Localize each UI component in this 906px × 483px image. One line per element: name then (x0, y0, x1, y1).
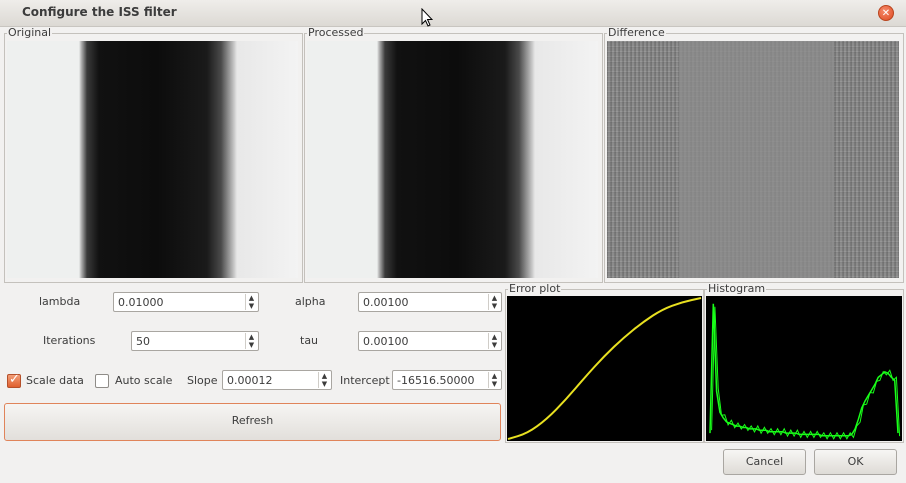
histogram-chart (706, 296, 902, 441)
original-group: Original (4, 27, 303, 283)
lambda-label: lambda (39, 295, 81, 308)
slope-input[interactable] (225, 373, 317, 387)
auto-scale-label[interactable]: Auto scale (115, 374, 172, 387)
intercept-label: Intercept (340, 374, 390, 387)
iterations-spinbox[interactable]: ▲▼ (131, 331, 259, 351)
difference-label: Difference (607, 26, 666, 39)
auto-scale-checkbox[interactable] (95, 374, 109, 388)
slope-label: Slope (187, 374, 218, 387)
scale-data-label[interactable]: Scale data (26, 374, 84, 387)
iterations-label: Iterations (43, 334, 96, 347)
alpha-label: alpha (295, 295, 326, 308)
intercept-input[interactable] (395, 373, 487, 387)
scale-data-checkbox[interactable]: ✓ (7, 372, 21, 388)
spin-down-icon[interactable]: ▼ (489, 380, 500, 388)
processed-image (307, 41, 598, 278)
spin-down-icon[interactable]: ▼ (489, 302, 500, 310)
cancel-button[interactable]: Cancel (723, 449, 806, 475)
processed-group: Processed (304, 27, 603, 283)
spin-down-icon[interactable]: ▼ (246, 302, 257, 310)
spin-up-icon[interactable]: ▲ (319, 372, 330, 380)
iterations-input[interactable] (134, 334, 244, 348)
mouse-cursor-icon (421, 8, 433, 27)
window-title: Configure the ISS filter (22, 5, 177, 19)
spin-up-icon[interactable]: ▲ (246, 294, 257, 302)
error-plot-chart (507, 296, 702, 441)
spin-up-icon[interactable]: ▲ (489, 372, 500, 380)
spin-up-icon[interactable]: ▲ (489, 294, 500, 302)
error-curve (507, 297, 702, 440)
error-plot-label: Error plot (508, 282, 562, 295)
spin-up-icon[interactable]: ▲ (246, 333, 257, 341)
lambda-input[interactable] (116, 295, 244, 309)
alpha-spinbox[interactable]: ▲▼ (358, 292, 502, 312)
original-label: Original (7, 26, 53, 39)
original-image (7, 41, 298, 278)
slope-spinbox[interactable]: ▲▼ (222, 370, 332, 390)
spin-up-icon[interactable]: ▲ (489, 333, 500, 341)
ok-button[interactable]: OK (814, 449, 897, 475)
intercept-spinbox[interactable]: ▲▼ (392, 370, 502, 390)
difference-center-band (679, 41, 834, 278)
histogram-curve (709, 303, 899, 437)
close-icon[interactable]: ✕ (878, 5, 894, 21)
difference-group: Difference (604, 27, 904, 283)
histogram-noise (711, 306, 901, 440)
check-icon: ✓ (9, 372, 20, 387)
spin-down-icon[interactable]: ▼ (246, 341, 257, 349)
refresh-button[interactable]: Refresh (4, 403, 501, 441)
error-plot-group: Error plot (505, 283, 704, 443)
processed-label: Processed (307, 26, 365, 39)
spin-down-icon[interactable]: ▼ (489, 341, 500, 349)
lambda-spinbox[interactable]: ▲▼ (113, 292, 259, 312)
tau-label: tau (300, 334, 319, 347)
tau-spinbox[interactable]: ▲▼ (358, 331, 502, 351)
spin-down-icon[interactable]: ▼ (319, 380, 330, 388)
title-bar: Configure the ISS filter ✕ (0, 0, 906, 27)
alpha-input[interactable] (361, 295, 487, 309)
histogram-label: Histogram (707, 282, 767, 295)
difference-image (607, 41, 899, 278)
histogram-group: Histogram (704, 283, 904, 443)
tau-input[interactable] (361, 334, 487, 348)
